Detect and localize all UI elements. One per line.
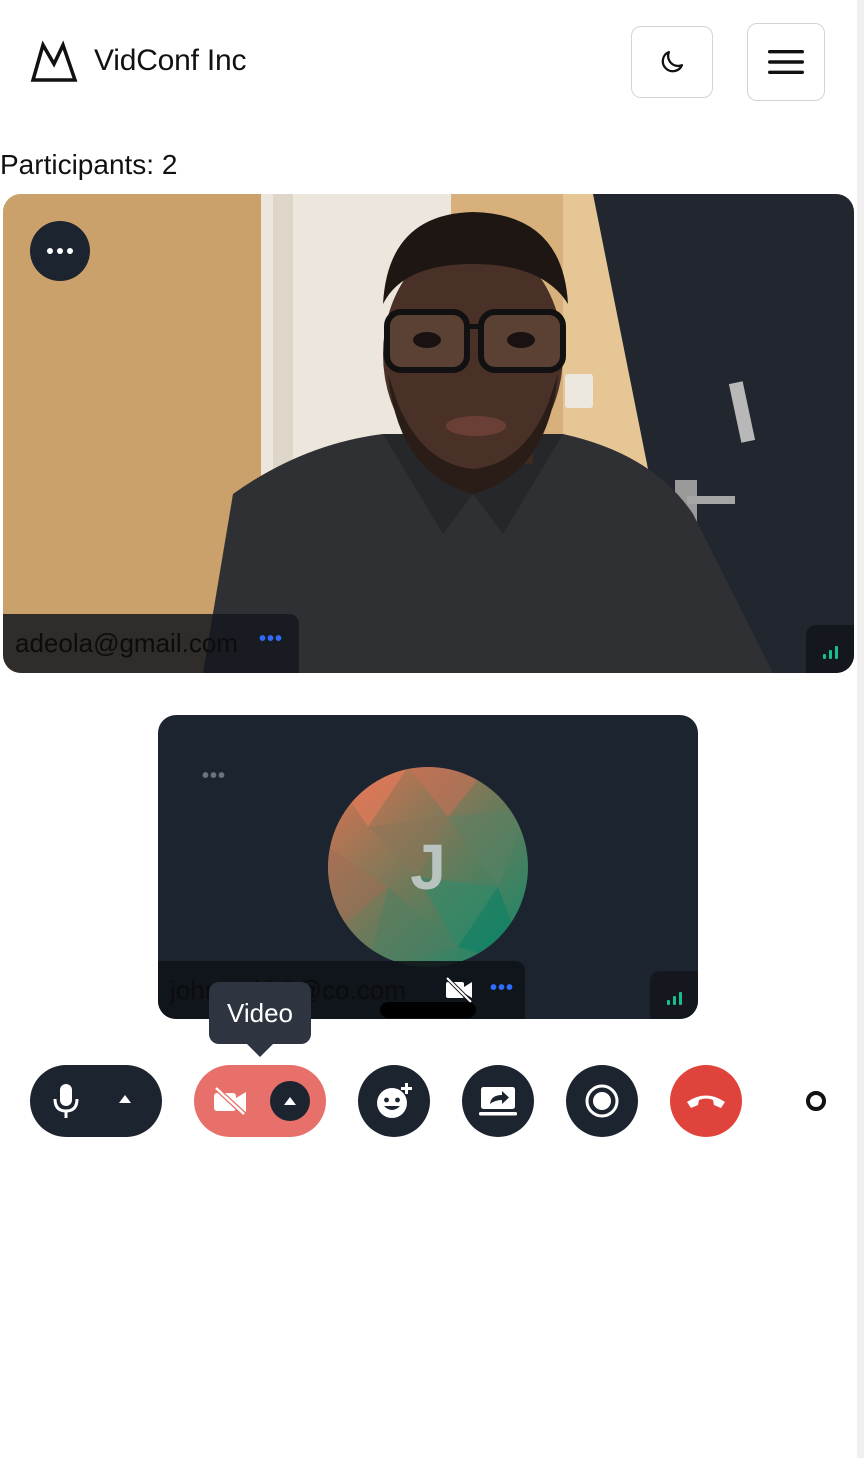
signal-strength-icon [650,971,698,1019]
participant-tile: ••• J johnsmith9@co.com [158,715,698,1019]
status-indicator[interactable] [806,1091,826,1111]
microphone-icon[interactable] [52,1083,80,1119]
name-tag: adeola@gmail.com ••• [3,614,299,673]
video-options-button[interactable] [270,1081,310,1121]
microphone-control[interactable] [30,1065,162,1137]
tooltip: Video [209,982,311,1044]
avatar: J [328,767,528,967]
video-off-icon[interactable] [212,1087,248,1115]
end-call-button[interactable] [670,1065,742,1137]
video-control[interactable] [194,1065,326,1137]
reactions-button[interactable] [358,1065,430,1137]
scrollbar-track[interactable] [857,0,864,1458]
brand-name: VidConf Inc [94,44,247,77]
tile-options-button[interactable] [30,221,90,281]
mountain-logo-icon [30,40,78,82]
signal-strength-icon [806,625,854,673]
emoji-add-icon [377,1083,412,1118]
theme-toggle-button[interactable] [631,26,713,98]
screen-share-icon [479,1087,517,1116]
hamburger-menu-icon [768,50,804,74]
more-horizontal-icon[interactable]: ••• [490,977,514,1000]
camera-feed [3,194,854,673]
video-off-icon [445,977,473,1003]
screen-share-button[interactable] [462,1065,534,1137]
more-horizontal-icon[interactable]: ••• [259,628,283,651]
menu-button[interactable] [747,23,825,101]
avatar-initial: J [410,831,446,903]
hang-up-icon [687,1095,725,1108]
record-icon [585,1084,619,1118]
participants-count: Participants: 2 [0,149,178,180]
top-bar: VidConf Inc [0,0,864,125]
chevron-up-icon[interactable] [118,1094,132,1104]
record-button[interactable] [566,1065,638,1137]
participant-name: adeola@gmail.com [15,628,238,658]
moon-icon [661,50,684,73]
participant-tile: adeola@gmail.com ••• [3,194,854,673]
chevron-up-icon [284,1097,296,1105]
more-horizontal-icon[interactable]: ••• [202,765,226,788]
more-horizontal-icon [47,248,73,254]
audio-level-indicator [380,1002,476,1018]
tooltip-arrow [246,1043,274,1057]
